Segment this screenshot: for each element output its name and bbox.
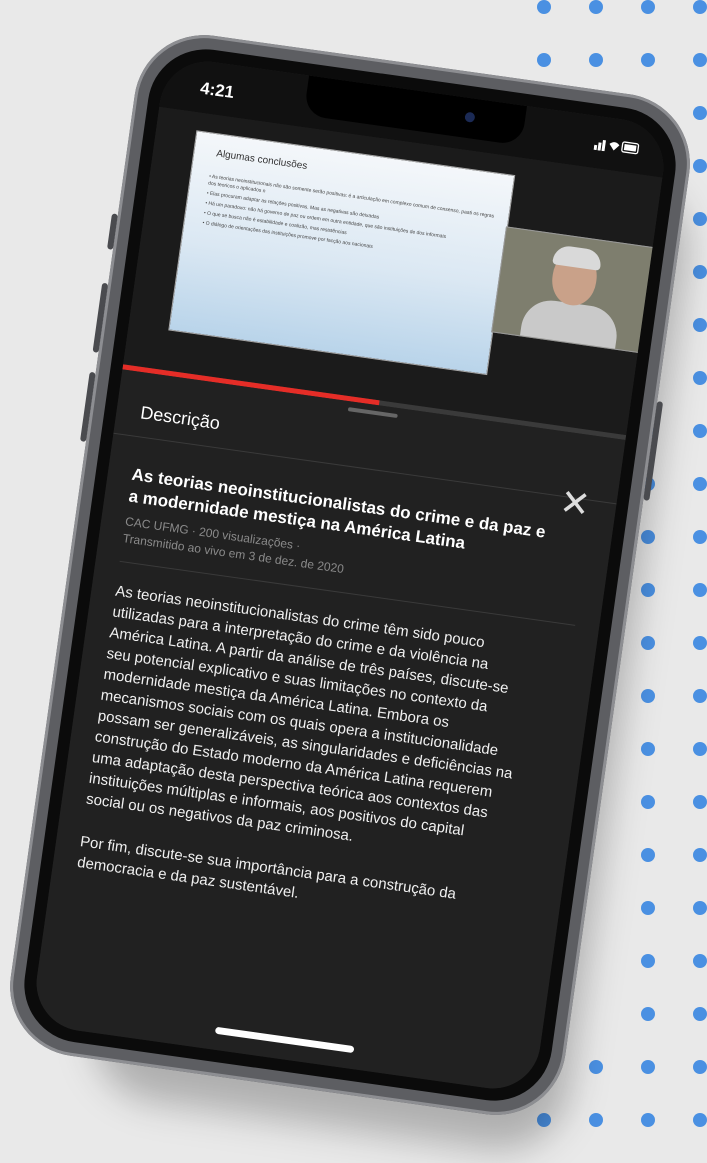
decor-dot (589, 53, 603, 67)
signal-wifi-battery-icon (593, 139, 640, 155)
speaker-webcam (491, 226, 657, 354)
decor-dot (693, 159, 707, 173)
decor-dot (693, 53, 707, 67)
decor-dot (693, 106, 707, 120)
decor-dot (693, 954, 707, 968)
decor-dot (589, 0, 603, 14)
volume-down-button (80, 371, 96, 442)
decor-dot (693, 742, 707, 756)
decor-dot (693, 901, 707, 915)
decor-dot (641, 689, 655, 703)
decor-dot (693, 477, 707, 491)
decor-dot (693, 318, 707, 332)
presentation-slide: Algumas conclusões • As teorias neoinsti… (168, 130, 516, 376)
description-panel: Descrição ✕ As teorias neoinstitucionali… (30, 369, 626, 1095)
decor-dot (641, 742, 655, 756)
speaker-body (518, 296, 621, 354)
decor-dot (693, 795, 707, 809)
decor-dot (693, 636, 707, 650)
volume-up-button (92, 282, 109, 353)
home-indicator[interactable] (214, 1026, 355, 1054)
panel-heading: Descrição (139, 402, 222, 434)
decor-dot (641, 53, 655, 67)
decor-dot (641, 0, 655, 14)
description-paragraph: As teorias neoinstitucionalistas do crim… (85, 582, 514, 845)
slide-bullet-list: • As teorias neoinstitucionais não são s… (202, 174, 497, 271)
drag-handle[interactable] (347, 407, 398, 419)
status-time: 4:21 (199, 78, 236, 103)
description-text: As teorias neoinstitucionalistas do crim… (73, 581, 533, 953)
close-icon[interactable]: ✕ (557, 481, 593, 526)
decor-dot (693, 848, 707, 862)
decor-dot (537, 0, 551, 14)
decor-dot (693, 1060, 707, 1074)
decor-dot (641, 954, 655, 968)
decor-dot (641, 848, 655, 862)
decor-dot (693, 530, 707, 544)
decor-dot (641, 795, 655, 809)
phone-screen: 4:21 Algumas conclusões • As teorias neo… (30, 55, 670, 1095)
front-camera-icon (464, 111, 476, 123)
decor-dot (693, 583, 707, 597)
decor-dot (537, 53, 551, 67)
decor-dot (693, 0, 707, 14)
decor-dot (641, 1060, 655, 1074)
decor-dot (693, 689, 707, 703)
decor-dot (641, 1007, 655, 1021)
slide-title: Algumas conclusões (215, 148, 308, 173)
decor-dot (693, 424, 707, 438)
decor-dot (641, 1113, 655, 1127)
decor-dot (641, 583, 655, 597)
decor-dot (641, 636, 655, 650)
decor-dot (641, 901, 655, 915)
decor-dot (693, 371, 707, 385)
decor-dot (589, 1060, 603, 1074)
decor-dot (589, 1113, 603, 1127)
decor-dot (693, 265, 707, 279)
decor-dot (693, 1113, 707, 1127)
mute-switch (107, 213, 118, 250)
decor-dot (693, 212, 707, 226)
decor-dot (693, 1007, 707, 1021)
